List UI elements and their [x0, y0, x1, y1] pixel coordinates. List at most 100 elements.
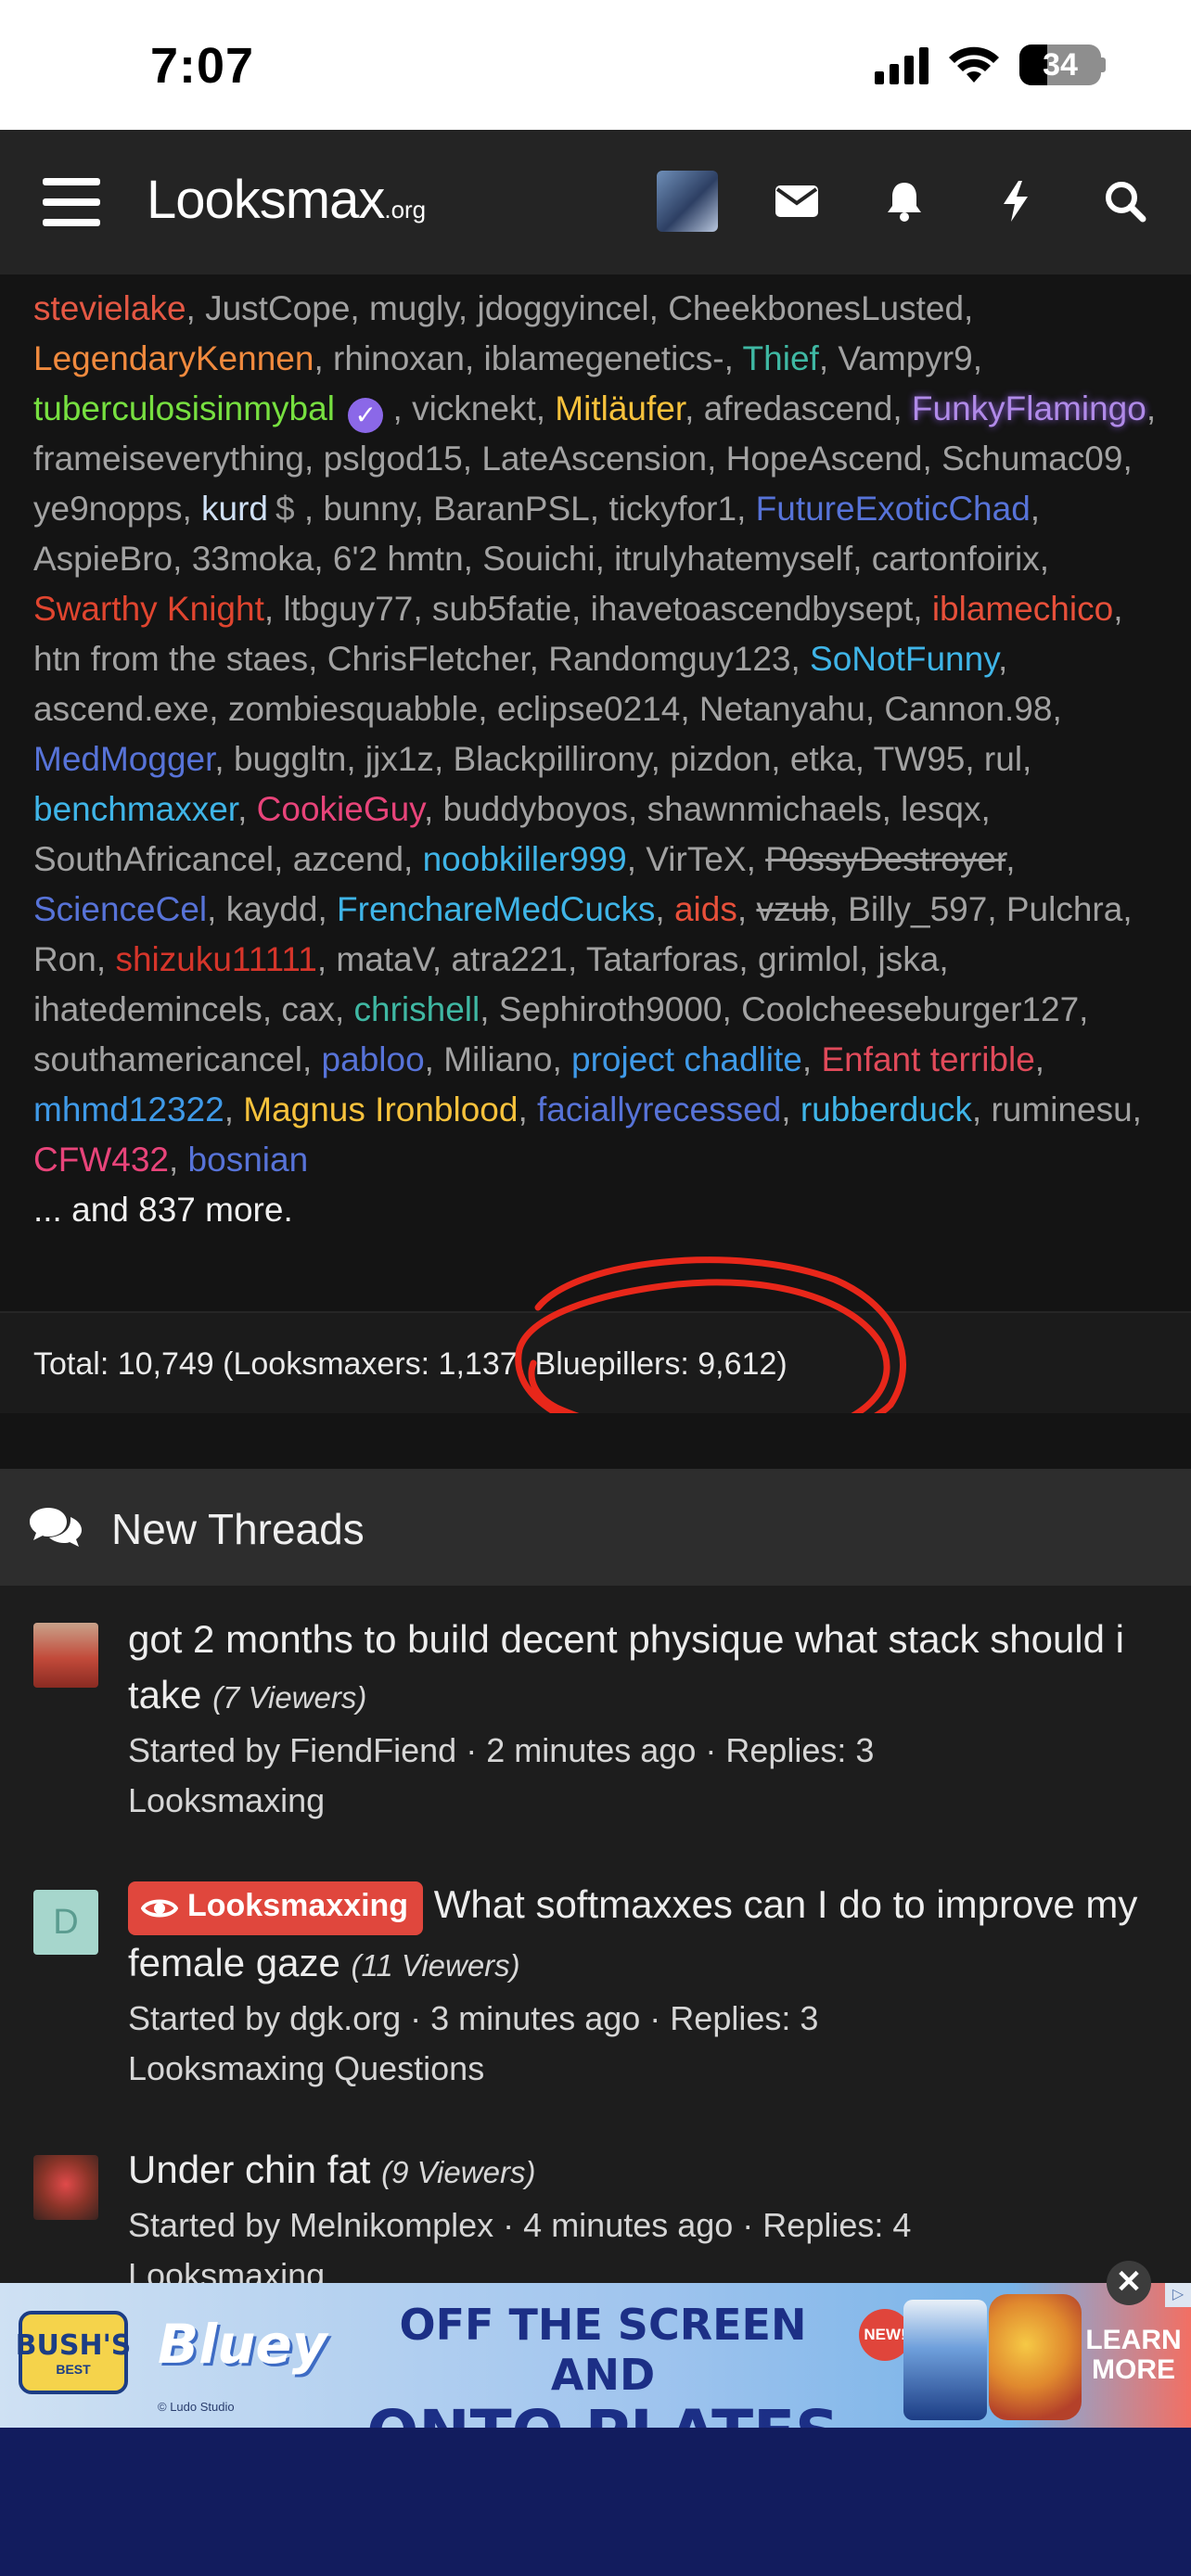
thread-title[interactable]: got 2 months to build decent physique wh… — [128, 1612, 1158, 1726]
member-name[interactable]: CFW432 — [33, 1141, 169, 1179]
thread-prefix-tag[interactable]: Looksmaxxing — [128, 1881, 424, 1935]
member-name[interactable]: rhinoxan — [333, 339, 465, 377]
member-name[interactable]: Billy_597 — [848, 890, 987, 928]
member-name[interactable]: shawnmichaels — [647, 790, 882, 828]
member-name[interactable]: bosnian — [188, 1141, 309, 1179]
member-name[interactable]: mugly — [369, 289, 458, 327]
member-name[interactable]: Souichi — [482, 540, 595, 578]
member-name[interactable]: Miliano — [443, 1040, 552, 1078]
member-name[interactable]: Mitläufer — [555, 389, 685, 427]
member-name[interactable]: tuberculosisinmybal — [33, 389, 335, 427]
member-name[interactable]: ScienceCel — [33, 890, 207, 928]
member-name[interactable]: southamericancel — [33, 1040, 302, 1078]
member-name[interactable]: AspieBro — [33, 540, 173, 578]
member-name[interactable]: iblamechico — [932, 590, 1113, 628]
member-name[interactable]: rubberduck — [800, 1090, 972, 1129]
member-name[interactable]: SoNotFunny — [810, 640, 998, 678]
member-name[interactable]: noobkiller999 — [423, 840, 627, 878]
site-logo[interactable]: Looksmax.org — [147, 169, 426, 231]
member-name[interactable]: 6'2 hmtn — [333, 540, 464, 578]
member-name[interactable]: ihatedemincels — [33, 990, 263, 1028]
member-name[interactable]: jdoggyincel — [477, 289, 648, 327]
member-name[interactable]: Thief — [743, 339, 819, 377]
member-name[interactable]: MedMogger — [33, 740, 214, 778]
member-name[interactable]: Ron — [33, 940, 96, 978]
member-name[interactable]: vzub — [756, 890, 828, 928]
member-name[interactable]: kurd — [201, 490, 268, 528]
member-name[interactable]: faciallyrecessed — [537, 1090, 781, 1129]
ad-close-button[interactable]: ✕ — [1107, 2261, 1151, 2305]
member-name[interactable]: Vampyr9 — [838, 339, 972, 377]
member-name[interactable]: Schumac09 — [941, 440, 1122, 478]
thread-title[interactable]: Under chin fat (9 Viewers) — [128, 2142, 1158, 2200]
menu-icon[interactable] — [43, 178, 100, 226]
member-name[interactable]: Blackpillirony — [454, 740, 651, 778]
member-name[interactable]: Magnus Ironblood — [243, 1090, 518, 1129]
member-name[interactable]: TW95 — [874, 740, 966, 778]
member-name[interactable]: bunny — [323, 490, 414, 528]
member-name[interactable]: shizuku11111 — [115, 940, 316, 978]
member-name[interactable]: afredascend — [704, 389, 893, 427]
member-name[interactable]: rul — [984, 740, 1022, 778]
member-name[interactable]: 33moka — [192, 540, 314, 578]
member-name[interactable]: vicknekt — [412, 389, 536, 427]
thread-title-text[interactable]: Under chin fat — [128, 2148, 370, 2191]
member-name[interactable]: buddyboyos — [443, 790, 629, 828]
member-name[interactable]: FunkyFlamingo — [912, 389, 1146, 427]
member-name[interactable]: sub5fatie — [432, 590, 571, 628]
member-name[interactable]: BaranPSL — [433, 490, 590, 528]
member-name[interactable]: frameiseverything — [33, 440, 304, 478]
member-name[interactable]: Enfant terrible — [821, 1040, 1034, 1078]
thread-forum[interactable]: Looksmaxing — [128, 2251, 1158, 2283]
thread-forum[interactable]: Looksmaxing Questions — [128, 2044, 1158, 2094]
thread-author-avatar[interactable] — [33, 1623, 98, 1688]
member-name[interactable]: buggltn — [234, 740, 346, 778]
member-name[interactable]: SouthAfricancel — [33, 840, 274, 878]
member-name[interactable]: etka — [790, 740, 855, 778]
member-name[interactable]: HopeAscend — [726, 440, 923, 478]
member-name[interactable]: htn from the staes — [33, 640, 308, 678]
member-name[interactable]: kaydd — [226, 890, 318, 928]
member-name[interactable]: atra221 — [451, 940, 568, 978]
thread-author-avatar[interactable]: D — [33, 1890, 98, 1955]
member-name[interactable]: cax — [281, 990, 335, 1028]
member-name[interactable]: CookieGuy — [257, 790, 424, 828]
member-name[interactable]: mhmd12322 — [33, 1090, 224, 1129]
member-name[interactable]: Randomguy123 — [548, 640, 790, 678]
thread-forum[interactable]: Looksmaxing — [128, 1776, 1158, 1826]
envelope-icon[interactable] — [766, 171, 827, 232]
member-name[interactable]: cartonfoirix — [872, 540, 1040, 578]
search-icon[interactable] — [1095, 171, 1156, 232]
member-name[interactable]: pslgod15 — [324, 440, 463, 478]
member-name[interactable]: lesqx — [901, 790, 980, 828]
member-name[interactable]: zombiesquabble — [228, 690, 478, 728]
member-name[interactable]: project chadlite — [571, 1040, 802, 1078]
lightning-icon[interactable] — [985, 171, 1046, 232]
thread-title[interactable]: Looksmaxxing What softmaxxes can I do to… — [128, 1877, 1158, 1994]
member-name[interactable]: itrulyhatemyself — [614, 540, 852, 578]
member-name[interactable]: benchmaxxer — [33, 790, 237, 828]
member-name[interactable]: Cannon.98 — [884, 690, 1052, 728]
member-name[interactable]: LegendaryKennen — [33, 339, 314, 377]
ad-learn-more-button[interactable]: LEARN MORE — [1076, 2326, 1191, 2385]
member-name[interactable]: Swarthy Knight — [33, 590, 264, 628]
member-name[interactable]: ye9nopps — [33, 490, 182, 528]
user-avatar[interactable] — [657, 171, 718, 232]
thread-author-avatar[interactable] — [33, 2155, 98, 2220]
member-name[interactable]: stevielake — [33, 289, 186, 327]
member-name[interactable]: tickyfor1 — [608, 490, 736, 528]
member-name[interactable]: ChrisFletcher — [327, 640, 530, 678]
member-name[interactable]: Sephiroth9000 — [499, 990, 723, 1028]
member-name[interactable]: Netanyahu — [699, 690, 865, 728]
member-name[interactable]: grimlol — [758, 940, 859, 978]
member-name[interactable]: CheekbonesLusted — [668, 289, 964, 327]
member-name[interactable]: aids — [674, 890, 737, 928]
ad-choices-icon[interactable]: ▷ — [1165, 2283, 1191, 2307]
member-name[interactable]: FrenchareMedCucks — [337, 890, 655, 928]
more-members[interactable]: ... and 837 more. — [33, 1185, 1165, 1235]
member-name[interactable]: iblamegenetics- — [484, 339, 724, 377]
ad-banner[interactable]: BUSH'S BEST Bluey © Ludo Studio OFF THE … — [0, 2283, 1191, 2428]
member-name[interactable]: FutureExoticChad — [756, 490, 1031, 528]
member-name[interactable]: ltbguy77 — [283, 590, 413, 628]
member-name[interactable]: Pulchra — [1006, 890, 1122, 928]
